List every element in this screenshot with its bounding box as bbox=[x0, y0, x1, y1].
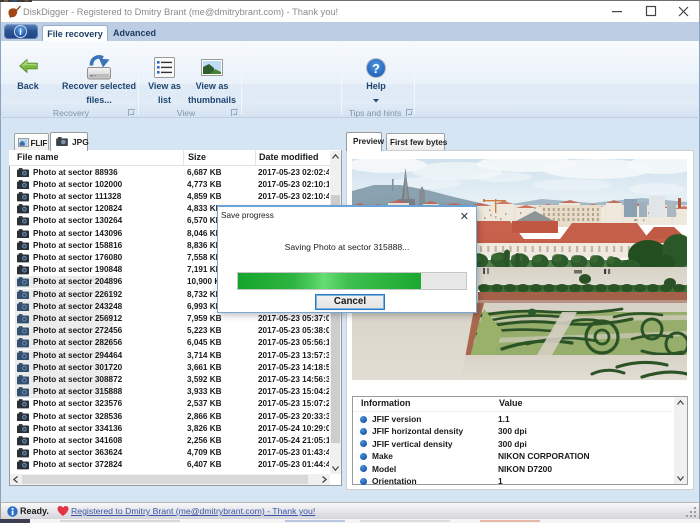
svg-text:?: ? bbox=[372, 61, 380, 76]
